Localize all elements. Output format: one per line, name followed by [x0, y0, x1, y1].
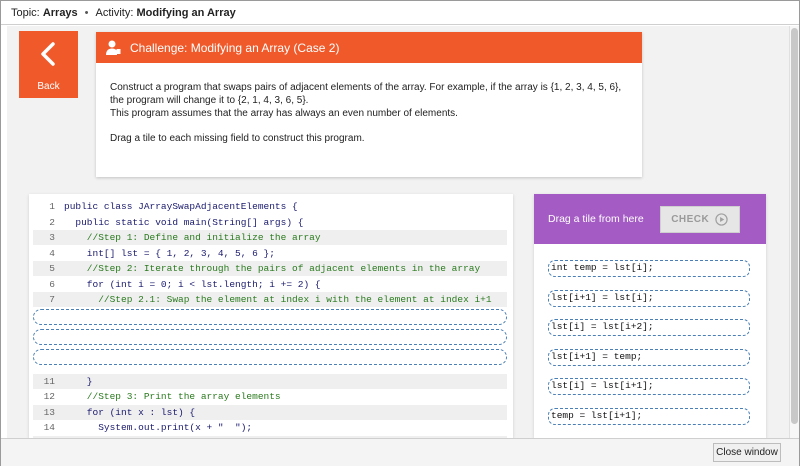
chevron-left-icon — [40, 42, 55, 66]
activity-value: Modifying an Array — [136, 6, 236, 19]
topic-label: Topic: — [11, 6, 40, 19]
drop-slot[interactable] — [33, 308, 507, 325]
code-text: //Step 2.1: Swap the element at index i … — [64, 294, 492, 305]
code-text: //Step 2: Iterate through the pairs of a… — [64, 263, 481, 274]
line-number: 5 — [49, 263, 55, 274]
challenge-paragraph-3: Drag a tile to each missing field to con… — [110, 133, 365, 144]
check-button[interactable]: CHECK — [659, 205, 740, 233]
code-tile[interactable]: temp = lst[i+1]; — [548, 407, 750, 425]
code-text: public static void main(String[] args) { — [64, 216, 304, 228]
activity-content: Back Challenge: Modifying an Array (Case… — [7, 26, 789, 438]
challenge-paragraph-1: Construct a program that swaps pairs of … — [110, 82, 622, 106]
line-number: 14 — [43, 422, 55, 433]
back-button[interactable]: Back — [19, 31, 78, 98]
activity-label: Activity: — [95, 6, 134, 19]
line-number: 6 — [49, 278, 55, 290]
close-window-button[interactable]: Close window — [713, 443, 781, 462]
line-number: 1 — [49, 201, 55, 212]
bottom-bar: Close window — [1, 438, 799, 466]
line-number: 2 — [49, 216, 55, 228]
scrollbar-thumb[interactable] — [791, 28, 798, 424]
code-line: 6 for (int i = 0; i < lst.length; i += 2… — [33, 277, 507, 292]
code-tile[interactable]: lst[i+1] = temp; — [548, 348, 750, 366]
topic-value: Arrays — [42, 6, 78, 19]
code-line: 1 public class JArraySwapAdjacentElements… — [33, 199, 507, 214]
line-number: 12 — [43, 391, 55, 402]
code-line: 14 System.out.print(x + " "); — [33, 420, 507, 435]
header-separator: • — [84, 6, 89, 19]
code-text: int[] lst = { 1, 2, 3, 4, 5, 6 }; — [64, 247, 275, 259]
activity-window: Topic: Arrays • Activity: Modifying an A… — [0, 0, 800, 466]
tiles-header: Drag a tile from here CHECK — [534, 194, 766, 244]
code-line: 2 public static void main(String[] args)… — [33, 215, 507, 230]
line-number: 3 — [49, 232, 55, 243]
challenge-card: Challenge: Modifying an Array (Case 2) C… — [96, 32, 642, 177]
code-line: 13 for (int x : lst) { — [33, 404, 507, 420]
line-number: 13 — [43, 406, 55, 418]
code-text: for (int x : lst) { — [64, 406, 196, 418]
code-text: } — [64, 375, 93, 387]
person-icon — [106, 40, 121, 55]
code-text: //Step 1: Define and initialize the arra… — [64, 232, 321, 243]
drop-slot[interactable] — [33, 348, 507, 365]
back-label: Back — [37, 81, 60, 92]
challenge-title: Challenge: Modifying an Array (Case 2) — [130, 40, 340, 55]
play-circle-icon — [715, 212, 728, 226]
challenge-header: Challenge: Modifying an Array (Case 2) — [96, 32, 642, 63]
topic-activity-bar: Topic: Arrays • Activity: Modifying an A… — [1, 1, 799, 25]
code-editor: 1 public class JArraySwapAdjacentElements… — [29, 194, 513, 438]
code-text: //Step 3: Print the array elements — [64, 391, 281, 402]
code-line: 5 //Step 2: Iterate through the pairs of… — [33, 261, 507, 276]
line-number: 4 — [49, 247, 55, 259]
vertical-scrollbar[interactable] — [789, 26, 799, 438]
line-number: 11 — [43, 375, 55, 387]
code-line: 7 //Step 2.1: Swap the element at index … — [33, 292, 507, 307]
code-line: 11 } — [33, 373, 507, 389]
challenge-paragraph-2: This program assumes that the array has … — [110, 108, 458, 119]
code-tile[interactable]: lst[i+1] = lst[i]; — [548, 289, 750, 307]
code-text: public class JArraySwapAdjacentElements … — [64, 201, 298, 212]
line-number: 7 — [49, 294, 55, 305]
tiles-header-label: Drag a tile from here — [548, 213, 644, 225]
challenge-description: Construct a program that swaps pairs of … — [96, 63, 642, 145]
code-tile[interactable]: int temp = lst[i]; — [548, 260, 750, 277]
check-label: CHECK — [671, 213, 710, 225]
code-text: for (int i = 0; i < lst.length; i += 2) … — [64, 278, 321, 290]
code-line: 3 //Step 1: Define and initialize the ar… — [33, 230, 507, 245]
drop-slot[interactable] — [33, 328, 507, 345]
code-line: 12 //Step 3: Print the array elements — [33, 389, 507, 404]
tiles-panel: Drag a tile from here CHECK int temp = l… — [534, 194, 766, 438]
code-tile[interactable]: lst[i] = lst[i+2]; — [548, 319, 750, 336]
code-line: 4 int[] lst = { 1, 2, 3, 4, 5, 6 }; — [33, 246, 507, 261]
code-tile[interactable]: lst[i] = lst[i+1]; — [548, 378, 750, 395]
code-text: System.out.print(x + " "); — [64, 422, 253, 433]
